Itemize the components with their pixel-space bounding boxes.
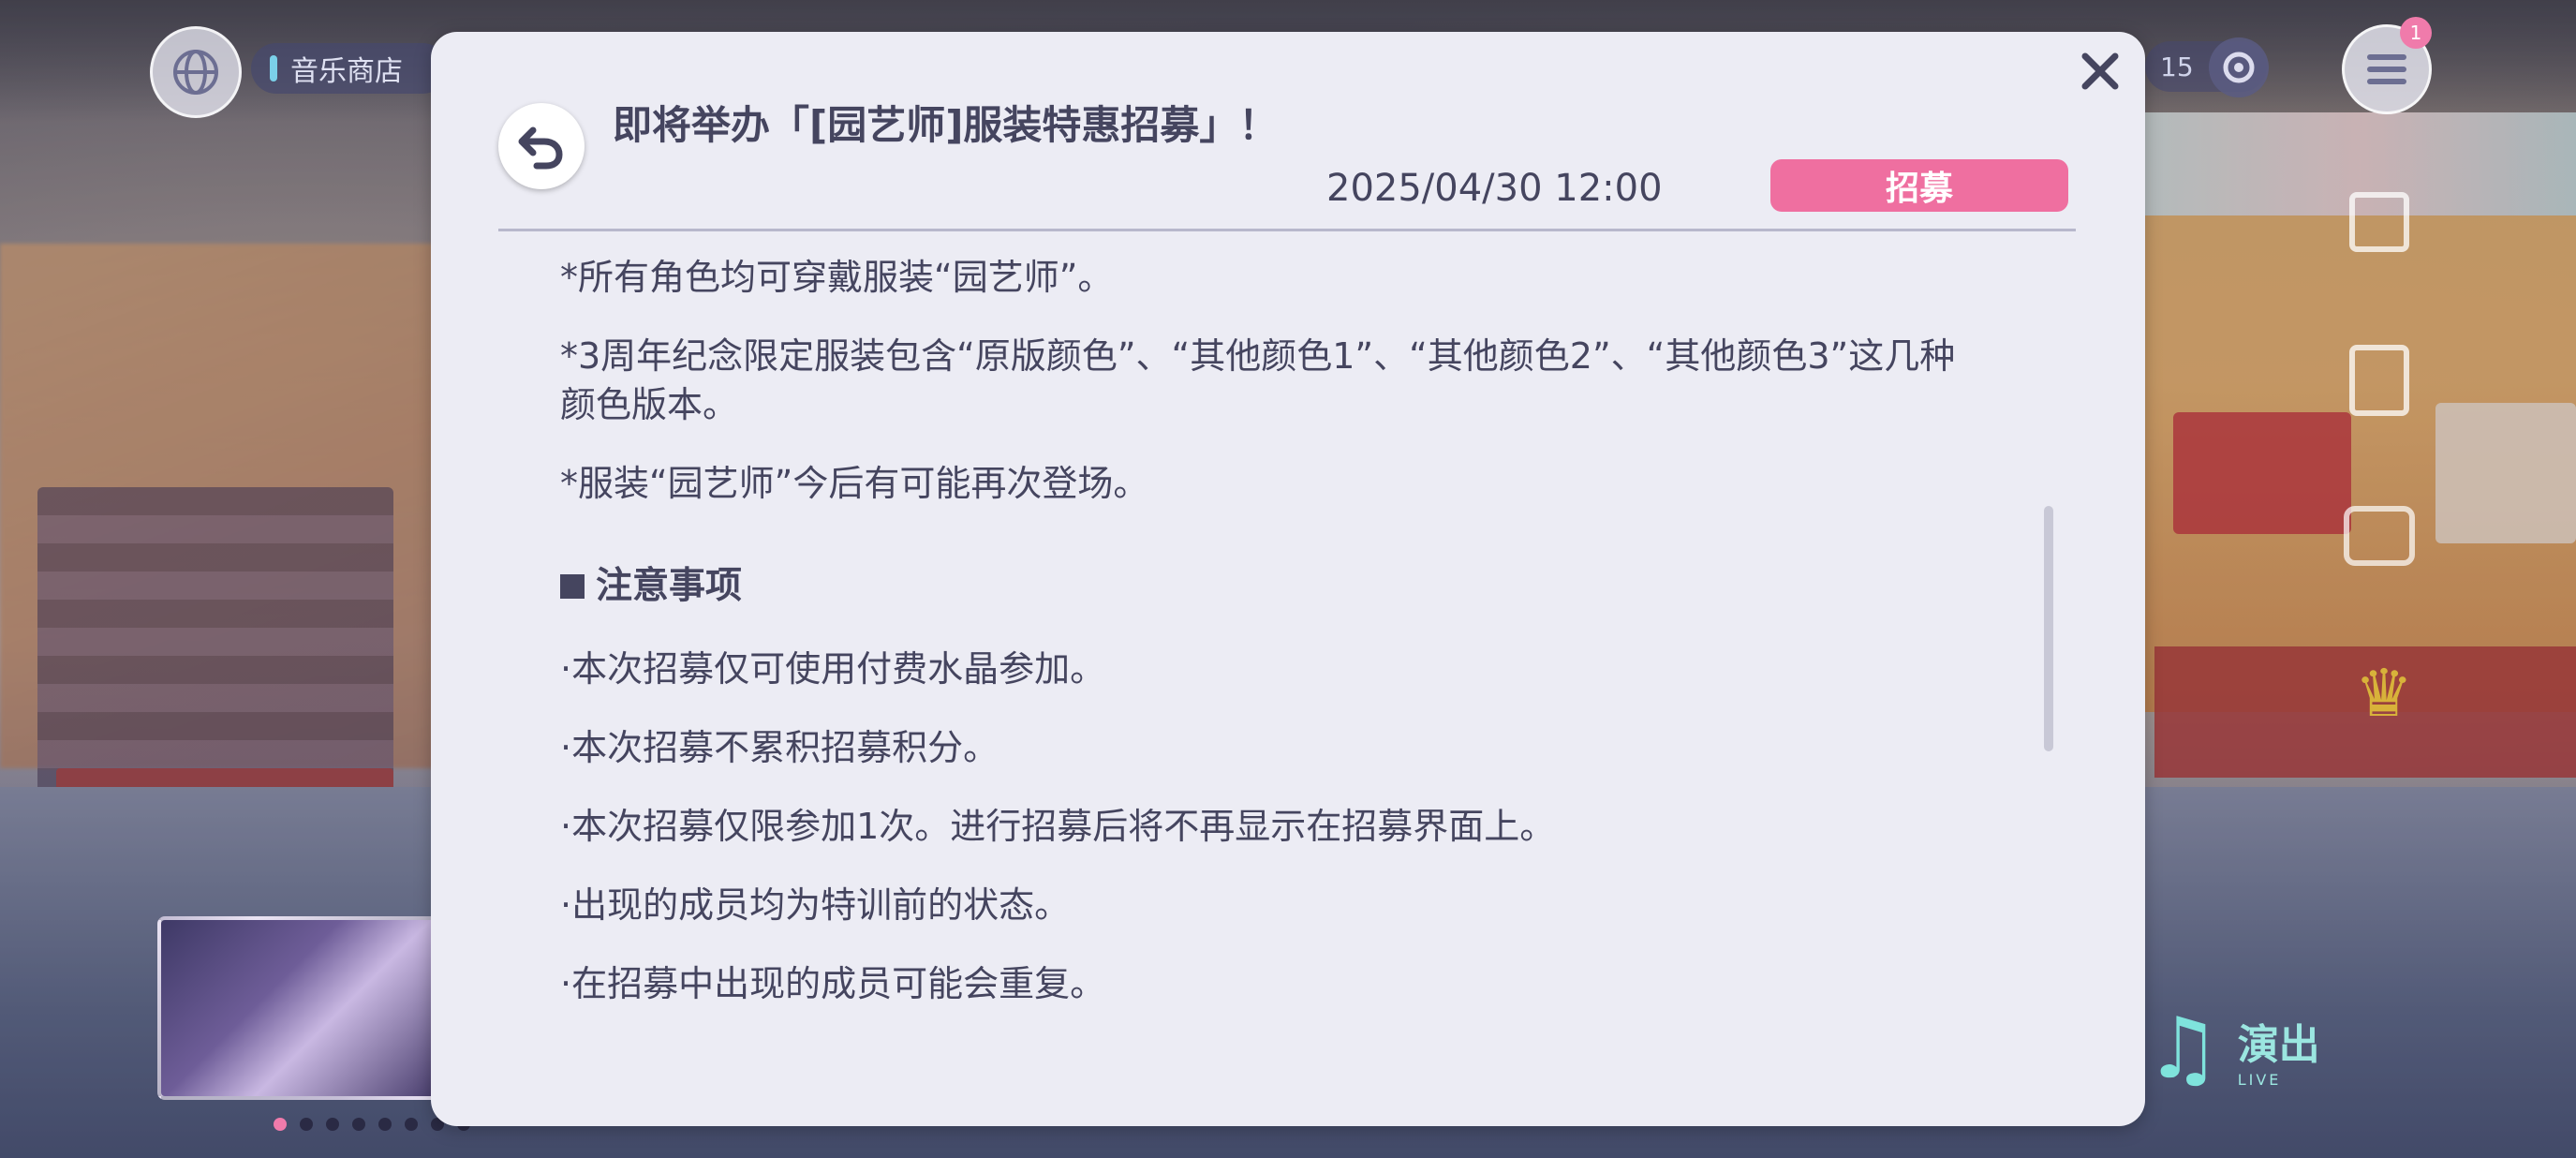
gift-icon[interactable] xyxy=(2349,192,2409,252)
live-label: 演出 xyxy=(2237,1020,2320,1069)
note-item: ·本次招募不累积招募积分。 xyxy=(560,727,999,768)
live-sublabel: LIVE xyxy=(2237,1070,2282,1089)
dialog-title: 即将举办「[园艺师]服装特惠招募」！ xyxy=(613,102,1279,148)
counter-value: 15 xyxy=(2160,51,2194,82)
event-banner[interactable] xyxy=(157,916,438,1100)
note-item: ·本次招募仅限参加1次。进行招募后将不再显示在招募界面上。 xyxy=(560,806,1556,847)
pagination-dot[interactable] xyxy=(378,1118,392,1131)
location-pin-icon xyxy=(270,55,277,82)
post-date: 2025/04/30 12:00 xyxy=(1326,167,1663,210)
pagination-dot[interactable] xyxy=(274,1118,287,1131)
body-paragraph: *所有角色均可穿戴服装“园艺师”。 xyxy=(560,257,1114,298)
hamburger-menu-icon xyxy=(2367,54,2406,84)
notes-heading: 注意事项 xyxy=(560,562,742,611)
pagination-dot[interactable] xyxy=(352,1118,365,1131)
globe-button[interactable] xyxy=(150,26,242,118)
square-bullet-icon xyxy=(560,574,585,599)
trophy-icon[interactable]: ♛ xyxy=(2351,656,2417,731)
location-pill[interactable]: 音乐商店 xyxy=(251,43,448,94)
body-paragraph: *3周年纪念限定服装包含“原版颜色”、“其他颜色1”、“其他颜色2”、“其他颜色… xyxy=(560,335,1956,377)
category-badge: 招募 xyxy=(1770,159,2068,212)
note-item: ·本次招募仅可使用付费水晶参加。 xyxy=(560,648,1106,690)
note-item: ·在招募中出现的成员可能会重复。 xyxy=(560,963,1106,1004)
gear-icon xyxy=(2223,52,2255,83)
location-label: 音乐商店 xyxy=(290,55,403,88)
note-item: ·出现的成员均为特训前的状态。 xyxy=(560,884,1071,926)
pagination-dot[interactable] xyxy=(300,1118,313,1131)
back-arrow-icon xyxy=(518,126,563,170)
back-button[interactable] xyxy=(498,103,585,189)
live-button[interactable]: ♫ 演出 LIVE xyxy=(2145,993,2351,1106)
close-button[interactable] xyxy=(2072,43,2128,99)
clipboard-icon[interactable] xyxy=(2349,345,2409,416)
globe-icon xyxy=(173,50,218,95)
scrollbar[interactable] xyxy=(2044,506,2053,751)
camera-icon[interactable] xyxy=(2344,506,2415,566)
notification-badge: 1 xyxy=(2400,17,2432,49)
close-icon xyxy=(2081,52,2119,90)
header-divider xyxy=(498,229,2076,231)
body-paragraph: *服装“园艺师”今后有可能再次登场。 xyxy=(560,463,1149,504)
music-note-icon: ♫ xyxy=(2145,1000,2221,1098)
settings-button[interactable] xyxy=(2209,37,2269,97)
body-paragraph: 颜色版本。 xyxy=(560,384,739,425)
pagination-dot[interactable] xyxy=(405,1118,418,1131)
pagination-dot[interactable] xyxy=(326,1118,339,1131)
notes-heading-label: 注意事项 xyxy=(596,565,743,607)
